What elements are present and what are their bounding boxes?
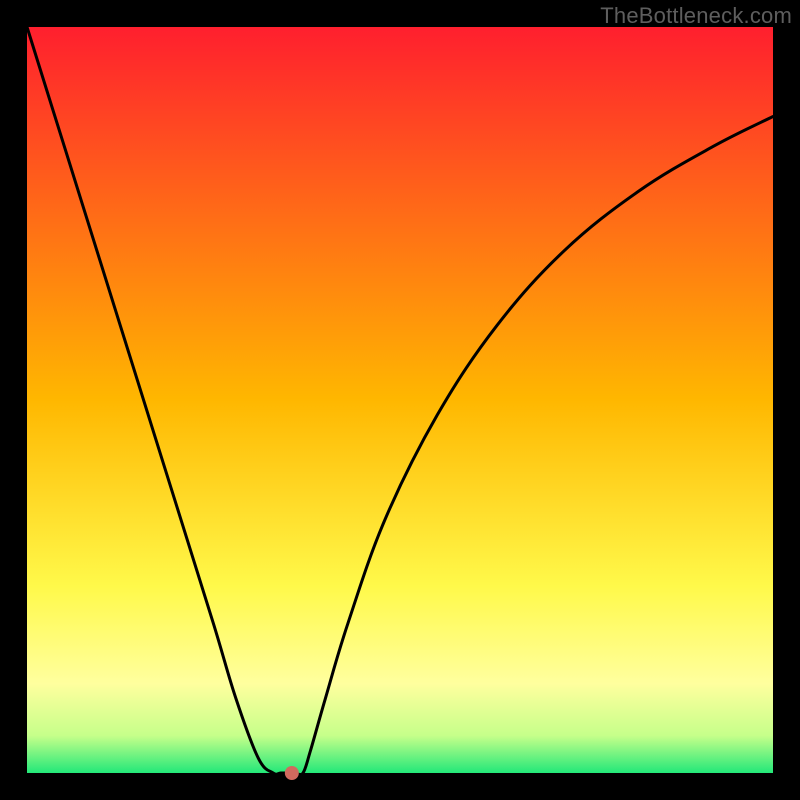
watermark-label: TheBottleneck.com: [600, 3, 792, 29]
chart-container: TheBottleneck.com: [0, 0, 800, 800]
gradient-background: [27, 27, 773, 773]
bottleneck-chart: [0, 0, 800, 800]
optimum-marker: [285, 766, 299, 780]
